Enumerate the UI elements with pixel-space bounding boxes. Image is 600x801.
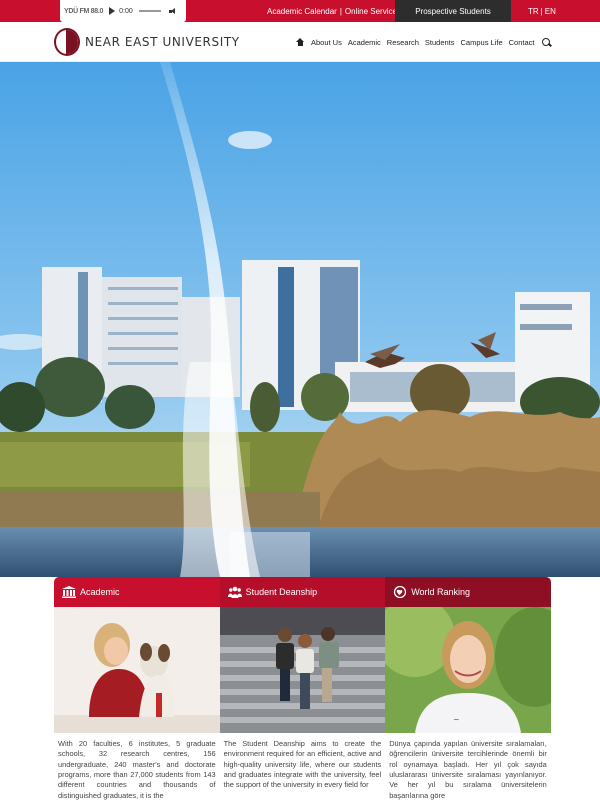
card-world-ranking-text: Dünya çapında yapılan üniversite sıralam…: [389, 739, 547, 800]
search-icon[interactable]: [542, 38, 551, 46]
nav-students[interactable]: Students: [425, 38, 455, 47]
card-academic-title: Academic: [80, 587, 120, 597]
nav-campus-life[interactable]: Campus Life: [461, 38, 503, 47]
card-world-ranking-header[interactable]: World Ranking: [385, 577, 551, 607]
card-student-deanship-text: The Student Deanship aims to create the …: [223, 739, 382, 790]
nav-academic[interactable]: Academic: [348, 38, 381, 47]
hero-campus-image: [0, 62, 600, 577]
card-student-deanship[interactable]: Student Deanship The Student Deanship ai…: [219, 577, 386, 800]
brand-logo-link[interactable]: NEAR EAST UNIVERSITY: [54, 28, 240, 56]
lang-separator: |: [540, 6, 543, 16]
lang-en-link[interactable]: EN: [545, 7, 556, 16]
university-seal-icon: [54, 28, 80, 56]
users-icon: [227, 586, 242, 598]
radio-player[interactable]: YDÜ FM 88.0 0:00: [60, 0, 186, 22]
top-bar: YDÜ FM 88.0 0:00 Academic Calendar | Onl…: [0, 0, 600, 22]
svg-text:~: ~: [453, 715, 460, 724]
card-world-ranking-image: ~: [385, 607, 551, 733]
card-world-ranking[interactable]: World Ranking ~ Dünya çapında yapılan ün…: [385, 577, 551, 800]
nav-contact[interactable]: Contact: [509, 38, 535, 47]
radio-logo: YDÜ FM 88.0: [64, 7, 104, 15]
language-switcher: TR | EN: [528, 0, 556, 22]
home-icon[interactable]: [296, 38, 304, 46]
card-academic-text: With 20 faculties, 6 institutes, 5 gradu…: [58, 739, 216, 800]
nav-research[interactable]: Research: [387, 38, 419, 47]
card-academic-header[interactable]: Academic: [54, 577, 220, 607]
top-links: Academic Calendar | Online Services: [267, 0, 401, 22]
brand-name: NEAR EAST UNIVERSITY: [85, 35, 240, 49]
card-student-deanship-image: [219, 607, 386, 733]
globe-icon: [394, 586, 407, 598]
feature-cards: Academic With 20 faculties, 6 institutes…: [54, 577, 551, 800]
site-header: NEAR EAST UNIVERSITY About Us Academic R…: [0, 22, 600, 62]
card-student-deanship-title: Student Deanship: [245, 587, 318, 597]
play-icon[interactable]: [109, 7, 116, 15]
volume-icon[interactable]: [168, 7, 178, 16]
institution-icon: [62, 586, 76, 598]
radio-time: 0:00: [119, 7, 133, 15]
radio-progress-track[interactable]: [138, 10, 161, 12]
card-student-deanship-header[interactable]: Student Deanship: [219, 577, 386, 607]
online-services-link[interactable]: Online Services: [345, 7, 401, 16]
academic-calendar-link[interactable]: Academic Calendar: [267, 7, 337, 16]
nav-about-us[interactable]: About Us: [311, 38, 342, 47]
card-academic[interactable]: Academic With 20 faculties, 6 institutes…: [54, 577, 220, 800]
prospective-students-button[interactable]: Prospective Students: [395, 0, 511, 22]
card-academic-image: [54, 607, 220, 733]
card-world-ranking-title: World Ranking: [411, 587, 471, 597]
top-link-separator: |: [339, 6, 342, 16]
lang-tr-link[interactable]: TR: [528, 7, 539, 16]
main-nav: About Us Academic Research Students Camp…: [296, 22, 551, 62]
